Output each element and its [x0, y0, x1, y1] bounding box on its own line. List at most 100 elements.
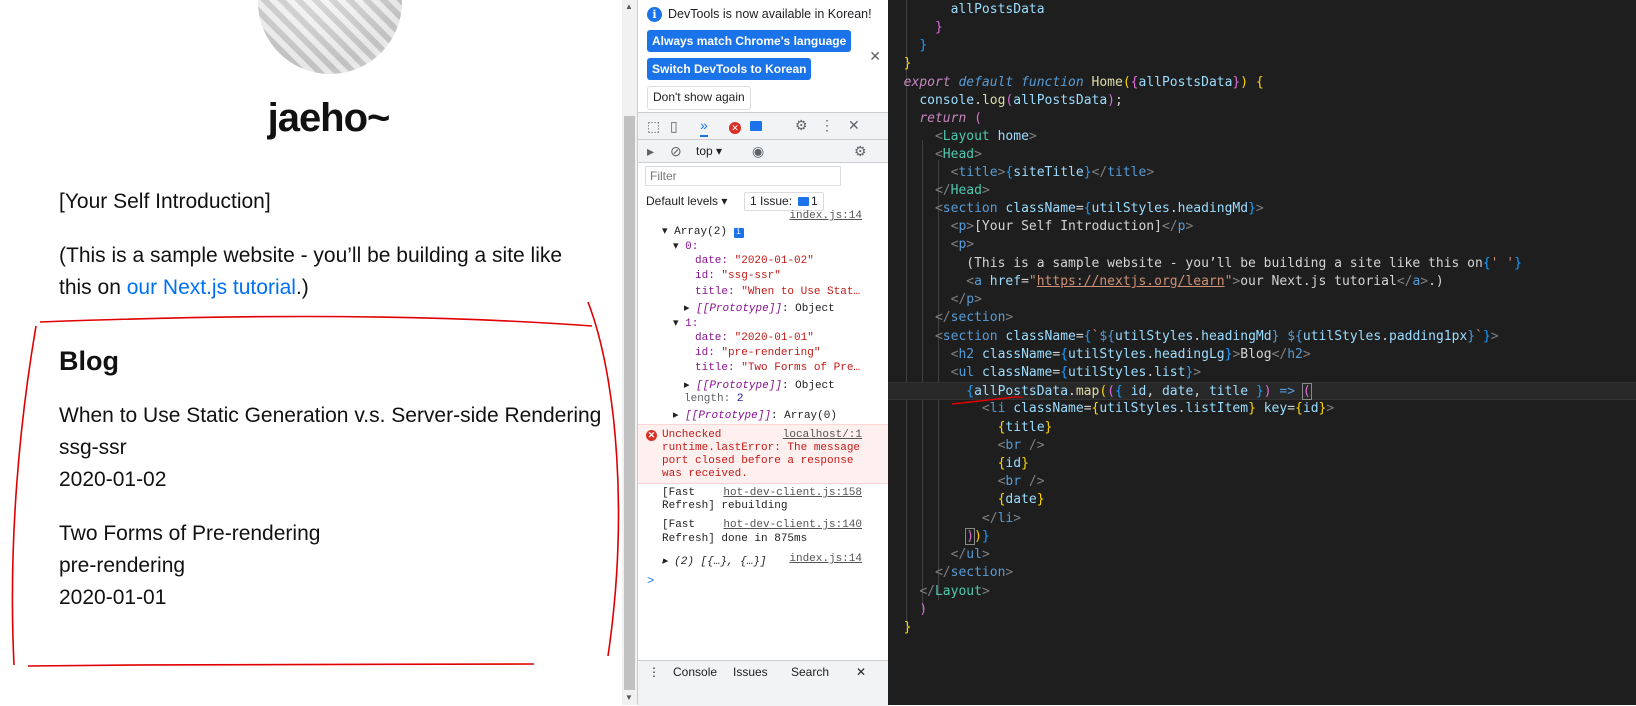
issues-chip[interactable]: 1 Issue: 1 [744, 192, 824, 211]
prototype-type: : Object [781, 380, 835, 392]
array-prototype-row[interactable]: ▸ [[Prototype]]: Array(0) [673, 408, 837, 422]
prop-date-key: date: [695, 332, 729, 344]
log2-source-link[interactable]: index.js:14 [789, 553, 862, 565]
prop-date-key: date: [695, 255, 729, 267]
post-item: Two Forms of Pre-rendering pre-rendering… [59, 518, 601, 614]
code-line: <Layout home> [934, 129, 1037, 144]
prop-id-key: id: [695, 270, 715, 282]
prop-id-key: id: [695, 347, 715, 359]
prop-title-0: title: "When to Use Stat… [695, 286, 860, 298]
code-line: </Head> [934, 183, 990, 198]
error-count-icon[interactable]: ✕ [729, 116, 741, 136]
default-levels-dropdown[interactable]: Default levels ▾ [646, 194, 727, 208]
fast-refresh-2-source[interactable]: hot-dev-client.js:140 [723, 519, 862, 531]
page-scrollbar-thumb[interactable] [624, 116, 635, 690]
array-index-0[interactable]: ▾ 0: [673, 239, 698, 253]
fast-refresh-1-source[interactable]: hot-dev-client.js:158 [723, 487, 862, 499]
code-line: <Head> [934, 147, 982, 162]
clear-console-icon[interactable]: ⊘ [670, 141, 682, 161]
tab-console[interactable]: Console [673, 665, 717, 679]
log-source-link[interactable]: index.js:14 [789, 210, 862, 222]
code-line-current: {allPostsData.map(({ id, date, title }) … [888, 382, 1636, 400]
close-devtools-icon[interactable]: ✕ [848, 115, 860, 135]
error-message-row: ✕ Unchecked localhost/:1 runtime.lastErr… [638, 424, 889, 484]
prototype-label: [[Prototype]] [685, 410, 771, 422]
error-source-link[interactable]: localhost/:1 [783, 429, 862, 441]
code-line: <br /> [997, 474, 1045, 489]
code-line: {date} [997, 492, 1045, 507]
error-line-2: runtime.lastError: The message [662, 442, 861, 454]
tab-search[interactable]: Search [791, 665, 829, 679]
collapsed-array-log[interactable]: ▸ (2) [{…}, {…}] [662, 554, 767, 568]
issues-chip-count: 1 [811, 194, 818, 208]
post-item: When to Use Static Generation v.s. Serve… [59, 400, 601, 496]
length-value: 2 [736, 393, 744, 405]
code-line: (This is a sample website - you’ll be bu… [888, 256, 1522, 271]
fast-refresh-1-b: Refresh] rebuilding [662, 500, 788, 512]
post-title: Two Forms of Pre-rendering [59, 522, 321, 545]
code-line: allPostsData [950, 2, 1045, 17]
settings-gear-icon[interactable]: ⚙ [795, 115, 808, 135]
issue-flag-icon [798, 197, 810, 206]
length-key: length: [684, 393, 731, 405]
code-line: ))} [965, 528, 990, 545]
code-line: export default function Home({allPostsDa… [903, 75, 1264, 90]
console-settings-gear-icon[interactable]: ⚙ [854, 141, 867, 161]
prototype-row-1[interactable]: ▸ [[Prototype]]: Object [684, 378, 835, 392]
inspect-element-icon[interactable]: ⬚ [647, 116, 660, 136]
fast-refresh-2-a: [Fast [662, 519, 696, 531]
error-line-1: Unchecked [662, 429, 722, 441]
sidebar-toggle-icon[interactable]: ▸ [647, 141, 654, 161]
nextjs-tutorial-link[interactable]: our Next.js tutorial [127, 276, 296, 299]
code-line: <section className={utilStyles.headingMd… [934, 201, 1264, 216]
prop-id-value: "ssg-ssr" [721, 270, 781, 282]
array-index-1[interactable]: ▾ 1: [673, 316, 698, 330]
prop-date-1: date: "2020-01-01" [695, 332, 814, 344]
prop-title-value: "Two Forms of Pre… [741, 362, 861, 374]
kebab-menu-icon[interactable]: ⋮ [820, 115, 834, 135]
scroll-up-arrow-icon[interactable]: ▲ [625, 2, 633, 11]
tab-issues[interactable]: Issues [733, 665, 768, 679]
scroll-down-arrow-icon[interactable]: ▼ [625, 693, 633, 702]
drawer-close-icon[interactable]: ✕ [856, 665, 866, 679]
match-language-button[interactable]: Always match Chrome's language [647, 30, 852, 52]
devtools-main-toolbar: ⬚ ▯ » ✕ ⚙ ⋮ ✕ [638, 113, 889, 140]
code-line: <ul className={utilStyles.list}> [950, 365, 1202, 380]
prop-date-0: date: "2020-01-02" [695, 255, 814, 267]
switch-korean-button[interactable]: Switch DevTools to Korean [647, 58, 812, 80]
prop-id-0: id: "ssg-ssr" [695, 270, 781, 282]
close-icon[interactable]: ✕ [869, 48, 881, 65]
prototype-label: [[Prototype]] [696, 380, 782, 392]
filter-input[interactable]: Filter [645, 166, 841, 186]
length-row: length: 2 [684, 393, 743, 405]
prototype-label: [[Prototype]] [696, 303, 782, 315]
context-selector[interactable]: top ▾ [696, 141, 722, 161]
drawer-menu-icon[interactable]: ⋮ [648, 665, 660, 679]
console-prompt[interactable]: > [647, 574, 654, 588]
page-scrollbar[interactable]: ▲ ▼ [622, 0, 637, 705]
profile-avatar [258, 0, 402, 74]
browser-page: jaeho~ [Your Self Introduction] (This is… [0, 0, 622, 705]
blog-heading: Blog [59, 346, 119, 376]
error-icon: ✕ [646, 430, 657, 441]
dont-show-again-button[interactable]: Don't show again [647, 86, 751, 110]
prototype-row-0[interactable]: ▸ [[Prototype]]: Object [684, 301, 835, 315]
code-editor[interactable]: allPostsData } } } export default functi… [888, 0, 1636, 705]
code-line: </ul> [950, 547, 990, 562]
more-tabs-icon[interactable]: » [700, 115, 708, 137]
live-expression-eye-icon[interactable]: ◉ [752, 141, 764, 161]
code-line: </li> [981, 511, 1022, 526]
code-line: console.log(allPostsData); [919, 93, 1123, 108]
prop-id-value: "pre-rendering" [721, 347, 821, 359]
prop-title-1: title: "Two Forms of Pre… [695, 362, 860, 374]
fast-refresh-2-b: Refresh] done in 875ms [662, 533, 808, 545]
array-head: Array(2) [674, 226, 727, 238]
device-toolbar-icon[interactable]: ▯ [670, 116, 678, 136]
post-title: When to Use Static Generation v.s. Serve… [59, 404, 602, 427]
code-line: return ( [919, 111, 982, 126]
prop-title-value: "When to Use Stat… [741, 286, 861, 298]
code-line: ) [919, 602, 928, 617]
post-id: ssg-ssr [59, 436, 127, 459]
issues-count-icon[interactable] [750, 116, 762, 136]
array-expander[interactable]: ▾ Array(2) i [662, 224, 744, 238]
